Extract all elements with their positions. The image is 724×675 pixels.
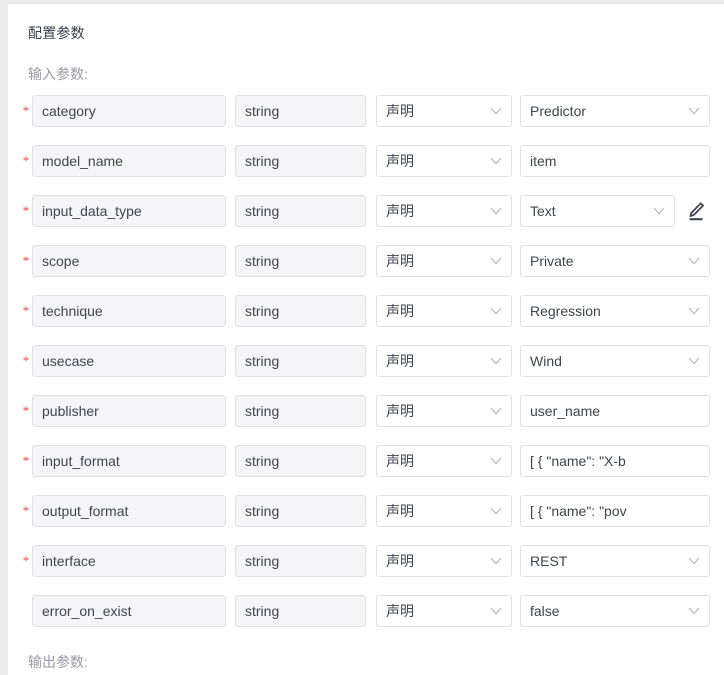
param-mode-select[interactable]: 声明 <box>376 445 512 477</box>
param-row: * interface string 声明 REST <box>8 545 724 595</box>
param-row: * technique string 声明 Regression <box>8 295 724 345</box>
required-marker: * <box>22 153 30 168</box>
chevron-down-icon <box>490 546 502 576</box>
chevron-down-icon <box>688 246 700 276</box>
param-value-input[interactable]: [ { "name": "X-b <box>520 445 710 477</box>
param-type-input[interactable]: string <box>235 245 366 277</box>
required-marker: * <box>22 203 30 218</box>
chevron-down-icon <box>490 346 502 376</box>
param-mode-select[interactable]: 声明 <box>376 345 512 377</box>
param-name-input[interactable]: input_format <box>32 445 226 477</box>
param-type-input[interactable]: string <box>235 145 366 177</box>
param-value-select[interactable]: Text <box>520 195 675 227</box>
required-marker: * <box>22 503 30 518</box>
required-marker: * <box>22 403 30 418</box>
required-marker: * <box>22 453 30 468</box>
param-name-input[interactable]: technique <box>32 295 226 327</box>
chevron-down-icon <box>688 546 700 576</box>
param-type-input[interactable]: string <box>235 545 366 577</box>
param-name-input[interactable]: error_on_exist <box>32 595 226 627</box>
input-params-list: * category string 声明 Predictor * model_name str… <box>8 95 724 645</box>
pencil-edit-icon[interactable] <box>684 199 708 223</box>
required-marker: * <box>22 353 30 368</box>
param-row: * category string 声明 Predictor <box>8 95 724 145</box>
chevron-down-icon <box>653 196 665 226</box>
chevron-down-icon <box>688 296 700 326</box>
required-marker: * <box>22 303 30 318</box>
param-name-input[interactable]: input_data_type <box>32 195 226 227</box>
chevron-down-icon <box>490 596 502 626</box>
param-name-input[interactable]: scope <box>32 245 226 277</box>
param-value-select[interactable]: false <box>520 595 710 627</box>
chevron-down-icon <box>490 446 502 476</box>
param-mode-select[interactable]: 声明 <box>376 295 512 327</box>
param-type-input[interactable]: string <box>235 445 366 477</box>
param-type-input[interactable]: string <box>235 345 366 377</box>
chevron-down-icon <box>490 146 502 176</box>
param-row: error_on_exist string 声明 false <box>8 595 724 645</box>
chevron-down-icon <box>688 346 700 376</box>
panel-card: 配置参数 输入参数: * category string 声明 Predictor * mo… <box>7 3 724 675</box>
chevron-down-icon <box>490 196 502 226</box>
param-mode-select[interactable]: 声明 <box>376 495 512 527</box>
param-type-input[interactable]: string <box>235 495 366 527</box>
required-marker: * <box>22 103 30 118</box>
chevron-down-icon <box>490 246 502 276</box>
param-value-input[interactable]: [ { "name": "pov <box>520 495 710 527</box>
param-value-input[interactable]: user_name <box>520 395 710 427</box>
param-value-select[interactable]: Private <box>520 245 710 277</box>
page-title: 配置参数 <box>28 25 85 41</box>
param-value-select[interactable]: REST <box>520 545 710 577</box>
param-name-input[interactable]: output_format <box>32 495 226 527</box>
param-mode-select[interactable]: 声明 <box>376 95 512 127</box>
param-mode-select[interactable]: 声明 <box>376 395 512 427</box>
output-params-label: 输出参数: <box>28 654 88 670</box>
param-value-select[interactable]: Predictor <box>520 95 710 127</box>
param-name-input[interactable]: category <box>32 95 226 127</box>
chevron-down-icon <box>490 296 502 326</box>
input-params-label: 输入参数: <box>28 66 88 82</box>
chevron-down-icon <box>490 396 502 426</box>
param-row: * publisher string 声明 user_name <box>8 395 724 445</box>
param-row: * scope string 声明 Private <box>8 245 724 295</box>
param-value-select[interactable]: Wind <box>520 345 710 377</box>
param-row: * input_data_type string 声明 Text <box>8 195 724 245</box>
param-mode-select[interactable]: 声明 <box>376 195 512 227</box>
param-row: * input_format string 声明[ { "name": "X-b <box>8 445 724 495</box>
required-marker: * <box>22 253 30 268</box>
param-value-input[interactable]: item <box>520 145 710 177</box>
chevron-down-icon <box>688 96 700 126</box>
chevron-down-icon <box>490 96 502 126</box>
param-mode-select[interactable]: 声明 <box>376 145 512 177</box>
required-marker: * <box>22 553 30 568</box>
param-mode-select[interactable]: 声明 <box>376 545 512 577</box>
param-type-input[interactable]: string <box>235 195 366 227</box>
param-name-input[interactable]: model_name <box>32 145 226 177</box>
config-params-panel: 配置参数 输入参数: * category string 声明 Predictor * mo… <box>0 0 724 675</box>
param-name-input[interactable]: usecase <box>32 345 226 377</box>
param-value-select[interactable]: Regression <box>520 295 710 327</box>
param-mode-select[interactable]: 声明 <box>376 245 512 277</box>
param-row: * output_format string 声明[ { "name": "pov <box>8 495 724 545</box>
param-row: * usecase string 声明 Wind <box>8 345 724 395</box>
param-row: * model_name string 声明 item <box>8 145 724 195</box>
param-mode-select[interactable]: 声明 <box>376 595 512 627</box>
chevron-down-icon <box>688 596 700 626</box>
param-name-input[interactable]: publisher <box>32 395 226 427</box>
param-type-input[interactable]: string <box>235 595 366 627</box>
chevron-down-icon <box>490 496 502 526</box>
param-type-input[interactable]: string <box>235 95 366 127</box>
param-type-input[interactable]: string <box>235 295 366 327</box>
param-name-input[interactable]: interface <box>32 545 226 577</box>
param-type-input[interactable]: string <box>235 395 366 427</box>
